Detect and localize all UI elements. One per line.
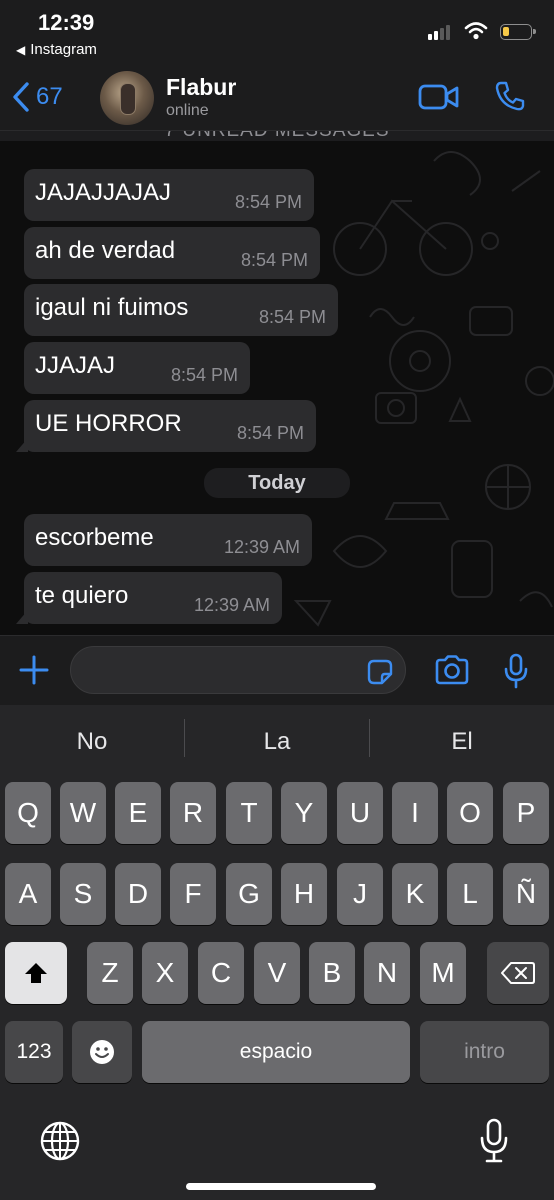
back-to-app-link[interactable]: ◀ Instagram xyxy=(16,41,97,58)
key-o[interactable]: O xyxy=(447,782,493,844)
incoming-message[interactable]: JJAJAJ 8:54 PM xyxy=(24,342,250,394)
key-x[interactable]: X xyxy=(142,942,188,1004)
message-timestamp: 8:54 PM xyxy=(236,423,304,443)
space-key[interactable]: espacio xyxy=(142,1021,410,1083)
key-q[interactable]: Q xyxy=(5,782,51,844)
key-p[interactable]: P xyxy=(503,782,549,844)
contact-status: online xyxy=(166,102,209,119)
message-text: JAJAJJAJAJ xyxy=(35,179,172,206)
key-r[interactable]: R xyxy=(170,782,216,844)
key-z[interactable]: Z xyxy=(87,942,133,1004)
key-e[interactable]: E xyxy=(115,782,161,844)
return-key[interactable]: intro xyxy=(420,1021,549,1083)
message-input-wrapper xyxy=(70,646,406,694)
key-b[interactable]: B xyxy=(309,942,355,1004)
message-timestamp: 8:54 PM xyxy=(234,192,302,212)
cellular-signal-icon xyxy=(428,25,450,40)
message-input[interactable] xyxy=(87,657,351,685)
battery-icon xyxy=(500,24,536,40)
camera-icon[interactable] xyxy=(434,655,470,685)
key-u[interactable]: U xyxy=(337,782,383,844)
key-k[interactable]: K xyxy=(392,863,438,925)
chevron-left-icon xyxy=(13,82,29,112)
incoming-message[interactable]: UE HORROR 8:54 PM xyxy=(16,400,316,452)
incoming-message[interactable]: ah de verdad 8:54 PM xyxy=(24,227,320,279)
plus-icon[interactable] xyxy=(18,654,50,686)
status-bar: 12:39 ◀ Instagram xyxy=(0,0,554,66)
phone-call-icon[interactable] xyxy=(494,80,526,112)
avatar[interactable] xyxy=(100,71,154,125)
back-app-label: Instagram xyxy=(30,41,97,58)
key-w[interactable]: W xyxy=(60,782,106,844)
wifi-icon xyxy=(464,22,488,40)
incoming-message[interactable]: JAJAJJAJAJ 8:54 PM xyxy=(24,169,314,221)
incoming-message[interactable]: igaul ni fuimos 8:54 PM xyxy=(24,284,338,336)
bubble-tail xyxy=(16,438,28,452)
message-timestamp: 12:39 AM xyxy=(223,537,300,557)
back-triangle-icon: ◀ xyxy=(16,42,26,57)
key-d[interactable]: D xyxy=(115,863,161,925)
key-v[interactable]: V xyxy=(254,942,300,1004)
message-text: escorbeme xyxy=(35,524,154,551)
dictation-microphone-icon[interactable] xyxy=(478,1118,510,1164)
key-h[interactable]: H xyxy=(281,863,327,925)
video-call-icon[interactable] xyxy=(418,83,460,111)
contact-name[interactable]: Flabur xyxy=(166,74,236,101)
backspace-key[interactable] xyxy=(487,942,549,1004)
home-indicator[interactable] xyxy=(186,1183,376,1190)
key-j[interactable]: J xyxy=(337,863,383,925)
emoji-key[interactable] xyxy=(72,1021,132,1083)
key-n[interactable]: N xyxy=(364,942,410,1004)
clock: 12:39 xyxy=(38,10,95,35)
key-i[interactable]: I xyxy=(392,782,438,844)
message-text: UE HORROR xyxy=(35,410,182,437)
key-t[interactable]: T xyxy=(226,782,272,844)
message-text: te quiero xyxy=(35,582,129,609)
unread-messages-banner: 7 UNREAD MESSAGES xyxy=(0,131,554,141)
message-timestamp: 8:54 PM xyxy=(258,307,326,327)
keyboard: No La El Q W E R T Y U I O P A S D F G H… xyxy=(0,705,554,1200)
chat-header: 67 Flabur online xyxy=(0,66,554,131)
key-enye[interactable]: Ñ xyxy=(503,863,549,925)
bubble-tail xyxy=(16,610,28,624)
globe-icon[interactable] xyxy=(39,1120,81,1162)
sticker-icon[interactable] xyxy=(367,659,393,685)
date-separator: Today xyxy=(204,468,350,498)
shift-key[interactable] xyxy=(5,942,67,1004)
message-text: JJAJAJ xyxy=(35,352,116,379)
key-f[interactable]: F xyxy=(170,863,216,925)
numbers-key[interactable]: 123 xyxy=(5,1021,63,1083)
shift-arrow-icon xyxy=(25,963,47,983)
message-timestamp: 8:54 PM xyxy=(240,250,308,270)
suggestion-1[interactable]: No xyxy=(0,705,184,777)
key-g[interactable]: G xyxy=(226,863,272,925)
message-composer xyxy=(0,635,554,706)
key-a[interactable]: A xyxy=(5,863,51,925)
suggestion-2[interactable]: La xyxy=(185,705,369,777)
emoji-icon xyxy=(90,1040,114,1064)
key-l[interactable]: L xyxy=(447,863,493,925)
key-y[interactable]: Y xyxy=(281,782,327,844)
message-timestamp: 8:54 PM xyxy=(170,365,238,385)
message-text: igaul ni fuimos xyxy=(35,294,189,321)
unread-chats-count: 67 xyxy=(36,83,63,110)
suggestion-3[interactable]: El xyxy=(370,705,554,777)
incoming-message[interactable]: escorbeme 12:39 AM xyxy=(24,514,312,566)
chat-area[interactable]: 7 UNREAD MESSAGES JAJAJJAJAJ 8:54 PM ah … xyxy=(0,131,554,635)
key-c[interactable]: C xyxy=(198,942,244,1004)
key-s[interactable]: S xyxy=(60,863,106,925)
message-text: ah de verdad xyxy=(35,237,176,264)
backspace-icon xyxy=(501,962,535,984)
key-m[interactable]: M xyxy=(420,942,466,1004)
microphone-icon[interactable] xyxy=(503,653,529,689)
back-button[interactable]: 67 xyxy=(12,82,63,112)
message-timestamp: 12:39 AM xyxy=(193,595,270,615)
incoming-message[interactable]: te quiero 12:39 AM xyxy=(16,572,282,624)
